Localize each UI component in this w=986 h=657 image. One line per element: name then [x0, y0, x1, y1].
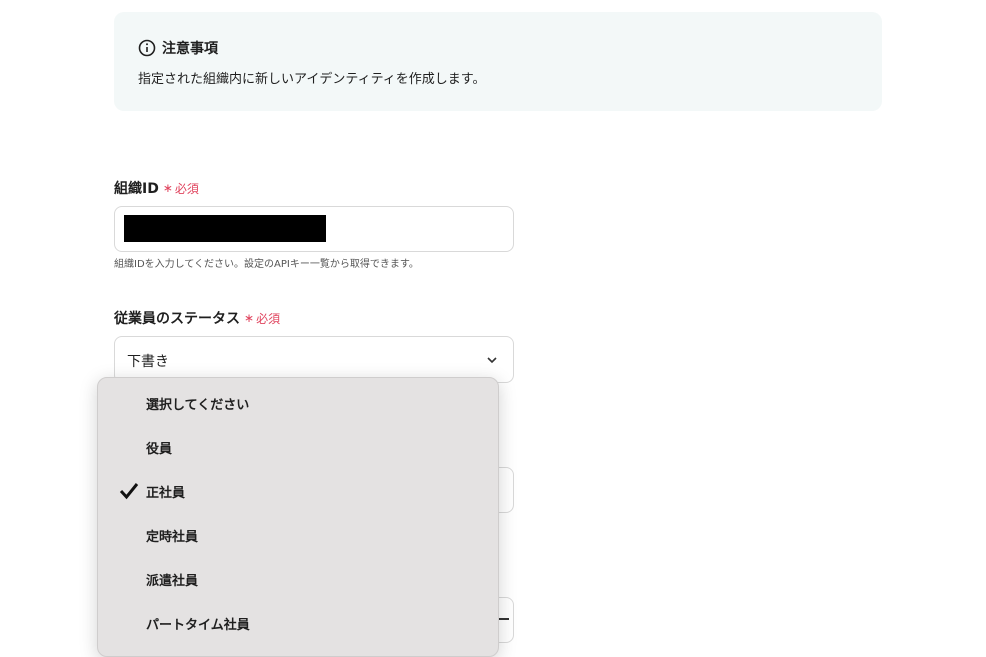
status-label: 従業員のステータス ∗ 必須	[114, 308, 280, 328]
status-dropdown: 選択してください 役員 正社員 定時社員 派遣社員 パートタイム社員	[97, 377, 499, 657]
dropdown-option[interactable]: 役員	[98, 424, 498, 468]
status-label-text: 従業員のステータス	[114, 311, 240, 327]
dropdown-option[interactable]: 選択してください	[98, 380, 498, 424]
org-id-label: 組織ID ∗ 必須	[114, 178, 199, 198]
notice-title: 注意事項	[162, 41, 218, 57]
required-badge: ∗ 必須	[163, 180, 199, 197]
chevron-down-icon[interactable]	[485, 353, 499, 367]
required-asterisk: ∗	[244, 311, 255, 325]
required-text: 必須	[174, 181, 199, 196]
info-circle-icon	[138, 39, 156, 57]
checkmark-icon	[119, 483, 139, 500]
option-label: 派遣社員	[146, 574, 199, 589]
notice-text: 指定された組織内に新しいアイデンティティを作成します。	[138, 72, 486, 87]
notice-header: 注意事項	[138, 38, 218, 58]
org-id-input[interactable]	[114, 206, 514, 252]
org-id-hint: 組織IDを入力してください。設定のAPIキー一覧から取得できます。	[114, 259, 419, 270]
option-label: 選択してください	[146, 398, 250, 413]
option-label: 定時社員	[146, 530, 199, 545]
minus-icon[interactable]	[499, 618, 509, 620]
redacted-value	[124, 215, 326, 242]
status-select[interactable]: 下書き	[114, 336, 514, 383]
dropdown-option[interactable]: 定時社員	[98, 512, 498, 556]
option-label: 正社員	[146, 486, 186, 501]
dropdown-option[interactable]: パートタイム社員	[98, 600, 498, 644]
dropdown-option-selected[interactable]: 正社員	[98, 468, 498, 512]
dropdown-option[interactable]: 派遣社員	[98, 556, 498, 600]
option-label: パートタイム社員	[146, 618, 250, 633]
required-text: 必須	[256, 311, 281, 326]
notice-box: 注意事項 指定された組織内に新しいアイデンティティを作成します。	[114, 12, 882, 111]
org-id-label-text: 組織ID	[114, 181, 159, 197]
option-label: 役員	[146, 442, 173, 457]
status-select-value: 下書き	[127, 354, 169, 370]
required-badge: ∗ 必須	[244, 310, 280, 327]
required-asterisk: ∗	[162, 181, 173, 195]
